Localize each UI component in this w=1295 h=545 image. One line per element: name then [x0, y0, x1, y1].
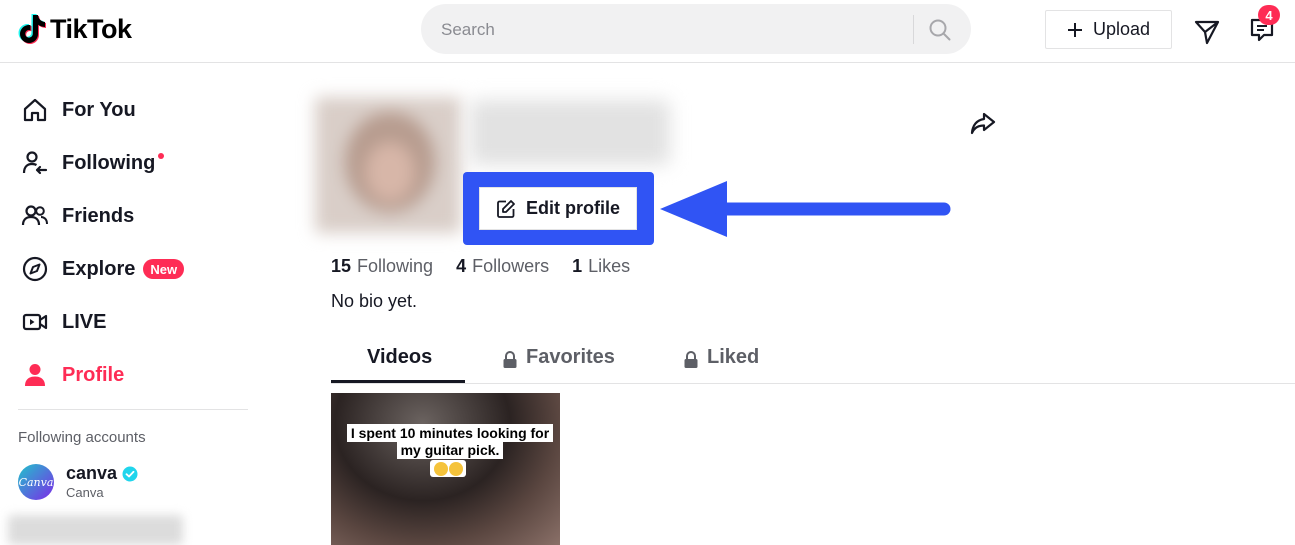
- sidebar-item-label: Explore: [62, 257, 136, 280]
- profile-bio: No bio yet.: [331, 291, 418, 311]
- blurred-account-item[interactable]: [8, 515, 183, 545]
- sidebar-item-label: Friends: [62, 204, 135, 227]
- share-icon[interactable]: [968, 108, 998, 138]
- profile-tabs: Videos Favorites Liked: [331, 340, 1295, 384]
- profile-icon: [20, 360, 50, 390]
- following-accounts-heading: Following accounts: [18, 429, 146, 446]
- sidebar-item-explore[interactable]: Explore New: [20, 249, 185, 289]
- inbox-badge: 4: [1258, 5, 1280, 25]
- friends-icon: [20, 201, 50, 231]
- profile-avatar[interactable]: [315, 97, 461, 233]
- sidebar-item-label: For You: [62, 98, 136, 121]
- avatar[interactable]: Canva: [18, 464, 54, 500]
- tiktok-note-icon: [18, 14, 46, 44]
- video-caption: I spent 10 minutes looking for my guitar…: [345, 424, 555, 459]
- search-divider: [913, 15, 914, 44]
- logo-text: TikTok: [50, 13, 132, 44]
- edit-profile-button[interactable]: Edit profile: [479, 187, 637, 230]
- notification-dot: [158, 153, 165, 159]
- active-tab-indicator: [331, 380, 465, 383]
- sidebar-item-live[interactable]: LIVE: [20, 302, 106, 342]
- tab-liked[interactable]: Liked: [683, 346, 759, 382]
- likes-count: 1: [572, 256, 583, 276]
- sidebar-divider: [18, 409, 248, 410]
- upload-button[interactable]: Upload: [1045, 10, 1172, 49]
- profile-stats: 15 Following 4 Followers 1 Likes: [331, 256, 653, 277]
- live-icon: [20, 307, 50, 337]
- tab-label: Favorites: [526, 346, 615, 368]
- lock-icon: [684, 351, 698, 368]
- tab-label: Videos: [367, 346, 433, 368]
- video-thumbnail[interactable]: I spent 10 minutes looking for my guitar…: [331, 393, 560, 545]
- edit-icon: [497, 199, 515, 218]
- edit-profile-label: Edit profile: [526, 198, 620, 218]
- sidebar: For You Following Friends Explore New LI…: [0, 63, 265, 545]
- account-subtitle: Canva: [66, 485, 104, 500]
- avatar-text: Canva: [18, 475, 54, 489]
- sidebar-item-label: Profile: [62, 363, 125, 386]
- lock-icon: [503, 351, 517, 368]
- sidebar-item-friends[interactable]: Friends: [20, 196, 134, 236]
- search-icon: [929, 19, 951, 41]
- account-name-text: canva: [66, 463, 118, 483]
- new-badge: New: [143, 259, 185, 279]
- upload-label: Upload: [1092, 19, 1151, 39]
- following-count[interactable]: 15: [331, 256, 351, 277]
- search-button[interactable]: [924, 14, 956, 46]
- pointer-arrow: [660, 181, 951, 237]
- followers-count[interactable]: 4: [456, 256, 466, 277]
- tab-label: Liked: [707, 346, 760, 368]
- tab-videos[interactable]: Videos: [367, 346, 432, 382]
- followers-label[interactable]: Followers: [472, 256, 549, 277]
- sidebar-item-label: Following: [62, 151, 156, 174]
- search-bar: [421, 4, 971, 54]
- search-input[interactable]: [439, 16, 903, 44]
- laughing-emoji-icon: [430, 460, 466, 477]
- likes-label: Likes: [588, 256, 631, 276]
- compass-icon: [20, 254, 50, 284]
- sidebar-item-profile[interactable]: Profile: [20, 355, 124, 395]
- sidebar-item-label: LIVE: [62, 310, 107, 333]
- sidebar-item-following[interactable]: Following: [20, 143, 165, 183]
- tiktok-logo[interactable]: TikTok: [18, 13, 132, 45]
- top-header: TikTok Upload 4: [0, 0, 1295, 63]
- send-icon[interactable]: [1193, 18, 1221, 46]
- verified-icon: [122, 466, 138, 481]
- tab-favorites[interactable]: Favorites: [502, 346, 615, 382]
- blurred-username: [470, 100, 670, 165]
- sidebar-item-for-you[interactable]: For You: [20, 90, 136, 130]
- home-icon: [20, 95, 50, 125]
- plus-icon: [1067, 22, 1082, 37]
- following-label[interactable]: Following: [357, 256, 433, 277]
- account-name[interactable]: canva: [66, 463, 138, 484]
- following-icon: [20, 148, 50, 178]
